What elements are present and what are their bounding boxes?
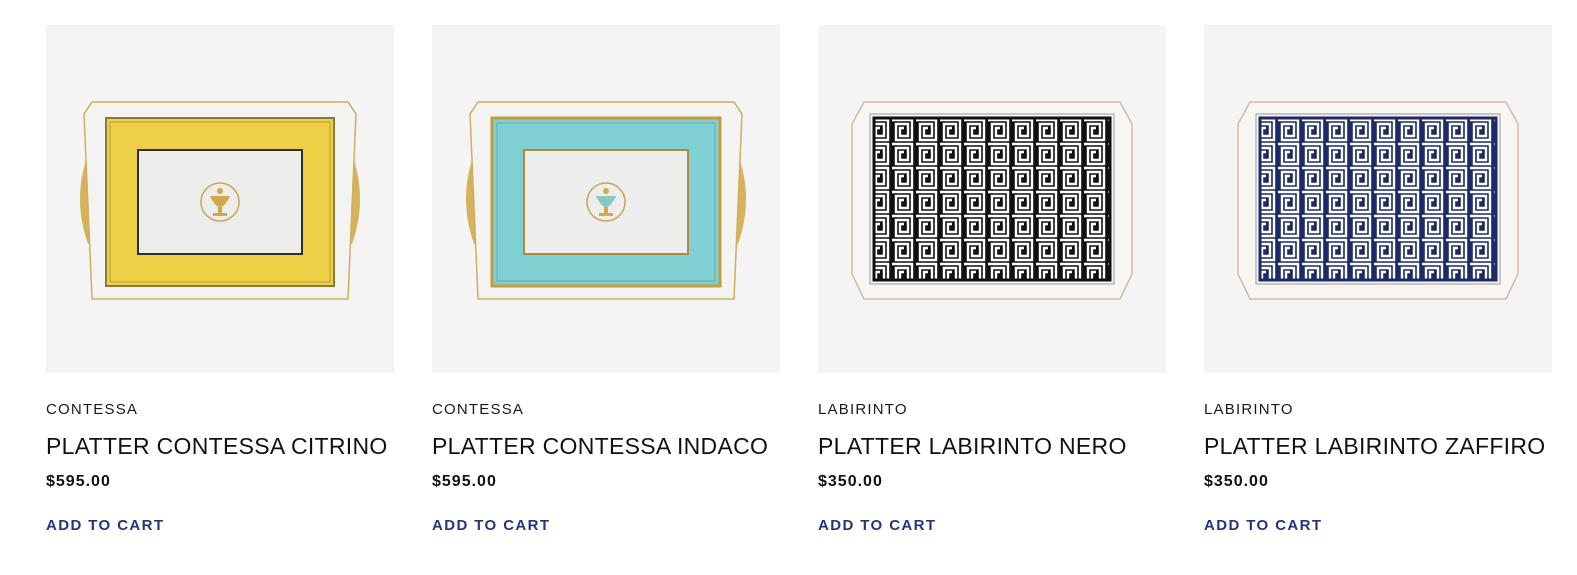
product-name[interactable]: PLATTER LABIRINTO ZAFFIRO	[1204, 434, 1552, 458]
product-grid: CONTESSA PLATTER CONTESSA CITRINO $595.0…	[46, 25, 1552, 534]
platter-contessa-indaco-image	[466, 101, 746, 300]
product-collection: LABIRINTO	[818, 401, 908, 418]
product-image-link[interactable]	[1204, 25, 1552, 373]
product-collection: CONTESSA	[432, 401, 525, 418]
add-to-cart-button[interactable]: ADD TO CART	[432, 518, 780, 534]
product-image-link[interactable]	[818, 25, 1166, 373]
product-image-link[interactable]	[46, 25, 394, 373]
add-to-cart-button[interactable]: ADD TO CART	[46, 518, 394, 534]
platter-labirinto-nero-image	[851, 101, 1133, 300]
product-price: $595.00	[432, 473, 497, 490]
product-card: CONTESSA PLATTER CONTESSA INDACO $595.00…	[432, 25, 780, 534]
product-card: LABIRINTO PLATTER LABIRINTO NERO $350.00…	[818, 25, 1166, 534]
product-price: $350.00	[1204, 473, 1269, 490]
platter-contessa-citrino-image	[80, 101, 360, 300]
product-card: CONTESSA PLATTER CONTESSA CITRINO $595.0…	[46, 25, 394, 534]
product-collection: LABIRINTO	[1204, 401, 1294, 418]
product-image-link[interactable]	[432, 25, 780, 373]
product-card: LABIRINTO PLATTER LABIRINTO ZAFFIRO $350…	[1204, 25, 1552, 534]
product-price: $595.00	[46, 473, 111, 490]
product-name[interactable]: PLATTER CONTESSA INDACO	[432, 434, 780, 458]
product-name[interactable]: PLATTER CONTESSA CITRINO	[46, 434, 394, 458]
product-name[interactable]: PLATTER LABIRINTO NERO	[818, 434, 1166, 458]
product-collection: CONTESSA	[46, 401, 139, 418]
product-price: $350.00	[818, 473, 883, 490]
add-to-cart-button[interactable]: ADD TO CART	[818, 518, 1166, 534]
platter-labirinto-zaffiro-image	[1237, 101, 1519, 300]
add-to-cart-button[interactable]: ADD TO CART	[1204, 518, 1552, 534]
